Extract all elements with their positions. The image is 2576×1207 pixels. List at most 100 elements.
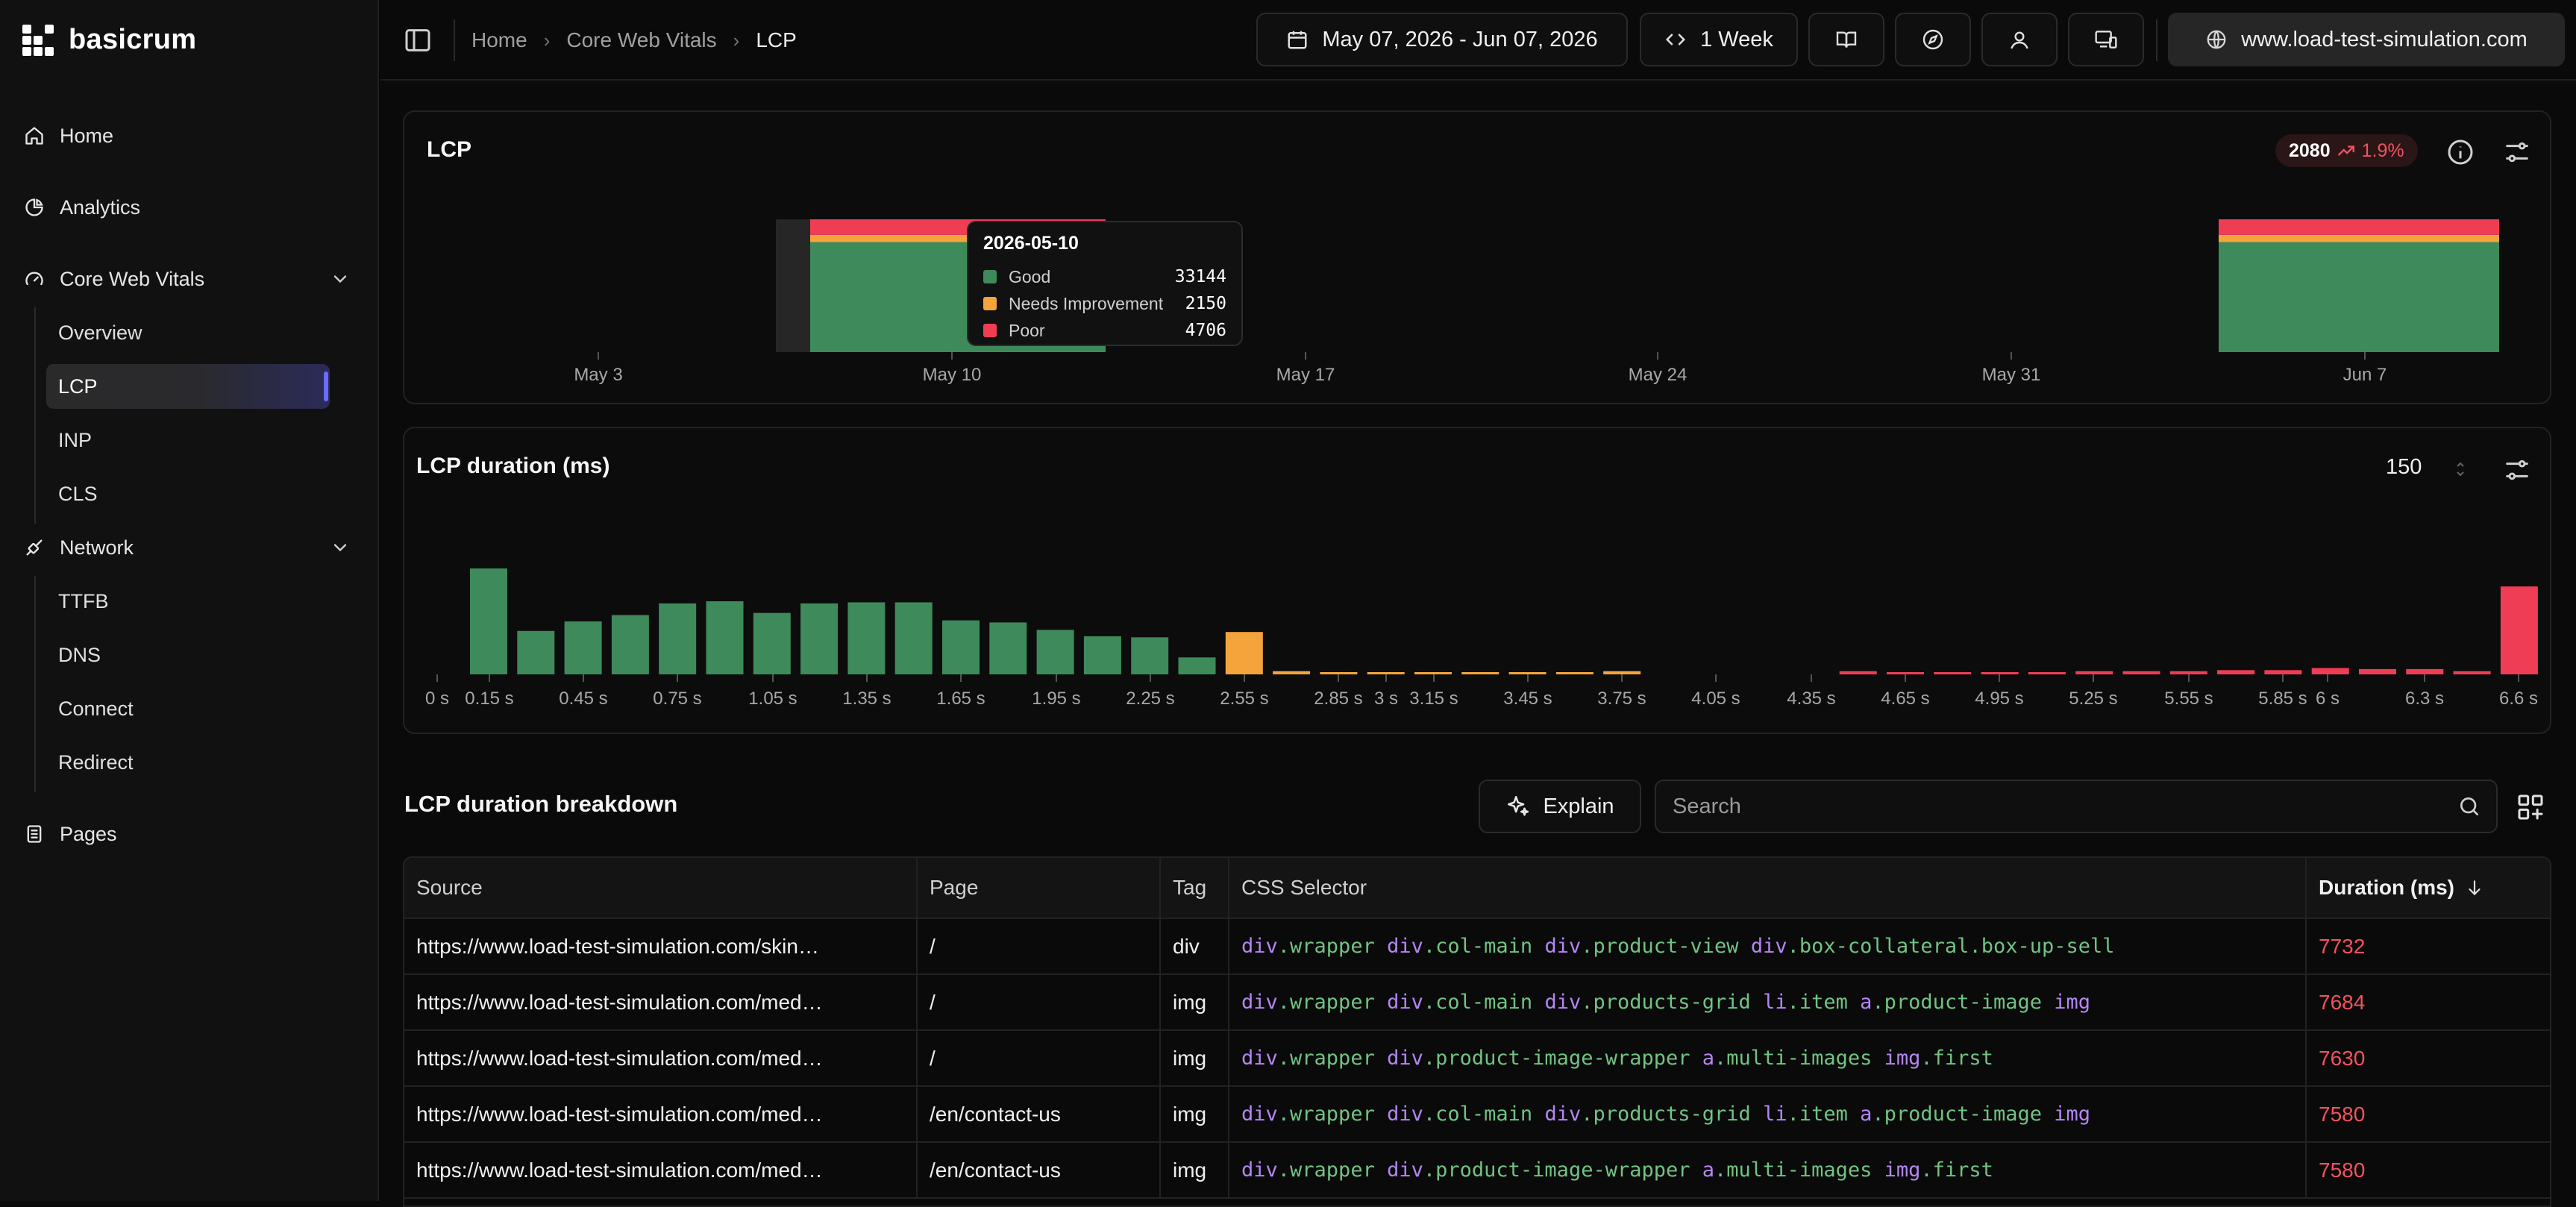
histogram-bar-150ms[interactable]: [470, 568, 507, 674]
histogram-bar-3150ms[interactable]: [1414, 672, 1452, 674]
explore-button[interactable]: [1895, 13, 1971, 66]
histogram-bar-3750ms[interactable]: [1603, 671, 1641, 674]
column-header-source[interactable]: Source: [404, 858, 918, 918]
x-tick-label: 3.15 s: [1409, 689, 1458, 709]
sidebar-item-redirect[interactable]: Redirect: [46, 740, 330, 785]
table-row[interactable]: https://www.load-test-simulation.com/med…: [404, 1031, 2550, 1087]
histogram-bar-2550ms[interactable]: [1225, 632, 1263, 674]
histogram-bar-4500ms[interactable]: [1839, 671, 1877, 674]
cell-duration: 7732: [2319, 934, 2366, 958]
column-header-css-selector[interactable]: CSS Selector: [1229, 858, 2307, 918]
sidebar-item-connect[interactable]: Connect: [46, 686, 330, 731]
grid-add-icon[interactable]: [2516, 792, 2545, 822]
histogram-bar-2100ms[interactable]: [1083, 636, 1121, 674]
sidebar-item-core-web-vitals[interactable]: Core Web Vitals: [21, 258, 358, 300]
histogram-bar-2250ms[interactable]: [1131, 637, 1169, 674]
device-button[interactable]: [2068, 13, 2144, 66]
date-range-button[interactable]: May 07, 2026 - Jun 07, 2026: [1256, 13, 1628, 66]
histogram-bar-3000ms[interactable]: [1367, 672, 1405, 674]
histogram-bar-1650ms[interactable]: [942, 620, 980, 674]
x-tick-label: 0 s: [425, 689, 449, 709]
histogram-bar-900ms[interactable]: [706, 601, 744, 674]
chevron-right-icon: ›: [543, 28, 551, 51]
histogram-bar-3300ms[interactable]: [1461, 672, 1499, 674]
column-header-tag[interactable]: Tag: [1161, 858, 1229, 918]
histogram-bar-6300ms[interactable]: [2406, 668, 2444, 674]
histogram-bar-3450ms[interactable]: [1508, 672, 1546, 674]
document-icon: [22, 822, 46, 846]
sidebar-item-cls[interactable]: CLS: [46, 471, 330, 516]
sidebar-toggle-icon[interactable]: [403, 25, 433, 55]
histogram-bar-1500ms[interactable]: [894, 602, 933, 674]
x-tick-label: 1.05 s: [748, 689, 797, 709]
sidebar-item-dns[interactable]: DNS: [46, 633, 330, 677]
chevron-down-icon[interactable]: [330, 537, 351, 558]
histogram-bar-6000ms[interactable]: [2311, 668, 2349, 674]
histogram-bar-5850ms[interactable]: [2264, 670, 2302, 674]
sidebar-item-network[interactable]: Network: [21, 527, 358, 568]
histogram-bar-6150ms[interactable]: [2359, 668, 2396, 674]
sidebar-item-ttfb[interactable]: TTFB: [46, 579, 330, 624]
histogram-bar-5100ms[interactable]: [2028, 672, 2066, 674]
x-tick: [2364, 352, 2366, 360]
histogram-bar-1350ms[interactable]: [847, 602, 886, 674]
brand[interactable]: basicrum: [22, 22, 196, 57]
x-tick-label: 6 s: [2316, 689, 2340, 709]
histogram-bar-600ms[interactable]: [611, 615, 649, 674]
histogram-bar-6600ms[interactable]: [2500, 586, 2538, 674]
table-row[interactable]: https://www.load-test-simulation.com/ski…: [404, 919, 2550, 975]
sidebar-item-analytics[interactable]: Analytics: [21, 186, 358, 228]
x-tick-label: 2.55 s: [1220, 689, 1268, 709]
selector-tag: div: [1750, 935, 1787, 958]
site-selector-button[interactable]: www.load-test-simulation.com: [2168, 13, 2565, 66]
breakdown-search-input[interactable]: Search: [1655, 780, 2498, 833]
histogram-bar-5550ms[interactable]: [2169, 671, 2207, 674]
x-tick: [1527, 674, 1529, 682]
table-row[interactable]: https://www.load-test-simulation.com/med…: [404, 975, 2550, 1031]
user-location-button[interactable]: [1981, 13, 2058, 66]
column-header-duration[interactable]: Duration (ms): [2307, 858, 2550, 918]
tooltip-label: Needs Improvement: [1009, 293, 1164, 313]
histogram-bar-1950ms[interactable]: [1036, 630, 1074, 674]
histogram-bar-5700ms[interactable]: [2217, 670, 2255, 674]
histogram-bar-2850ms[interactable]: [1320, 672, 1358, 674]
histogram-bar-3600ms[interactable]: [1555, 672, 1593, 674]
histogram-bar-1200ms[interactable]: [800, 603, 839, 674]
histogram-bar-4950ms[interactable]: [1981, 672, 2019, 674]
bar-poor-2026-06-07[interactable]: [2219, 219, 2499, 235]
histogram-bar-6450ms[interactable]: [2453, 671, 2491, 674]
tooltip-value: 4706: [1185, 321, 1226, 340]
breadcrumb-home[interactable]: Home: [471, 28, 527, 52]
column-header-page[interactable]: Page: [918, 858, 1161, 918]
histogram-bar-300ms[interactable]: [517, 630, 555, 674]
sidebar-item-overview[interactable]: Overview: [46, 310, 330, 355]
bar-needs-improvement-2026-06-07[interactable]: [2219, 234, 2499, 242]
x-tick-label: 1.95 s: [1032, 689, 1080, 709]
histogram-bar-1800ms[interactable]: [989, 622, 1027, 674]
histogram-bar-2700ms[interactable]: [1273, 671, 1311, 674]
sidebar-item-inp[interactable]: INP: [46, 418, 330, 463]
histogram-bar-450ms[interactable]: [564, 621, 602, 674]
lcp-card: LCP 2080 1.9% May 3 May 10 May 17 May 24 May…: [403, 110, 2551, 404]
sidebar-item-pages[interactable]: Pages: [21, 813, 358, 855]
granularity-button[interactable]: 1 Week: [1640, 13, 1798, 66]
tooltip-value: 33144: [1174, 267, 1226, 286]
histogram-bar-5250ms[interactable]: [2075, 671, 2113, 674]
table-row[interactable]: https://www.load-test-simulation.com/med…: [404, 1087, 2550, 1143]
cell-css-selector: div .wrapper div .product-image-wrapper a.…: [1229, 1031, 2307, 1085]
histogram-bar-4650ms[interactable]: [1887, 672, 1924, 674]
histogram-bar-5400ms[interactable]: [2122, 671, 2160, 674]
chevron-down-icon[interactable]: [330, 269, 351, 289]
histogram-bar-750ms[interactable]: [659, 603, 697, 674]
histogram-bar-2400ms[interactable]: [1178, 657, 1216, 674]
sidebar-item-lcp[interactable]: LCP: [46, 364, 330, 409]
histogram-bar-4800ms[interactable]: [1934, 672, 1972, 674]
selector-class: .first: [1920, 1159, 1993, 1182]
table-row[interactable]: https://www.load-test-simulation.com/med…: [404, 1143, 2550, 1199]
bar-good-2026-06-07[interactable]: [2219, 242, 2499, 352]
sidebar-item-home[interactable]: Home: [21, 115, 358, 157]
histogram-bar-1050ms[interactable]: [753, 612, 791, 674]
breadcrumb-core-web-vitals[interactable]: Core Web Vitals: [566, 28, 716, 52]
explain-button[interactable]: Explain: [1479, 780, 1641, 833]
docs-button[interactable]: [1808, 13, 1884, 66]
